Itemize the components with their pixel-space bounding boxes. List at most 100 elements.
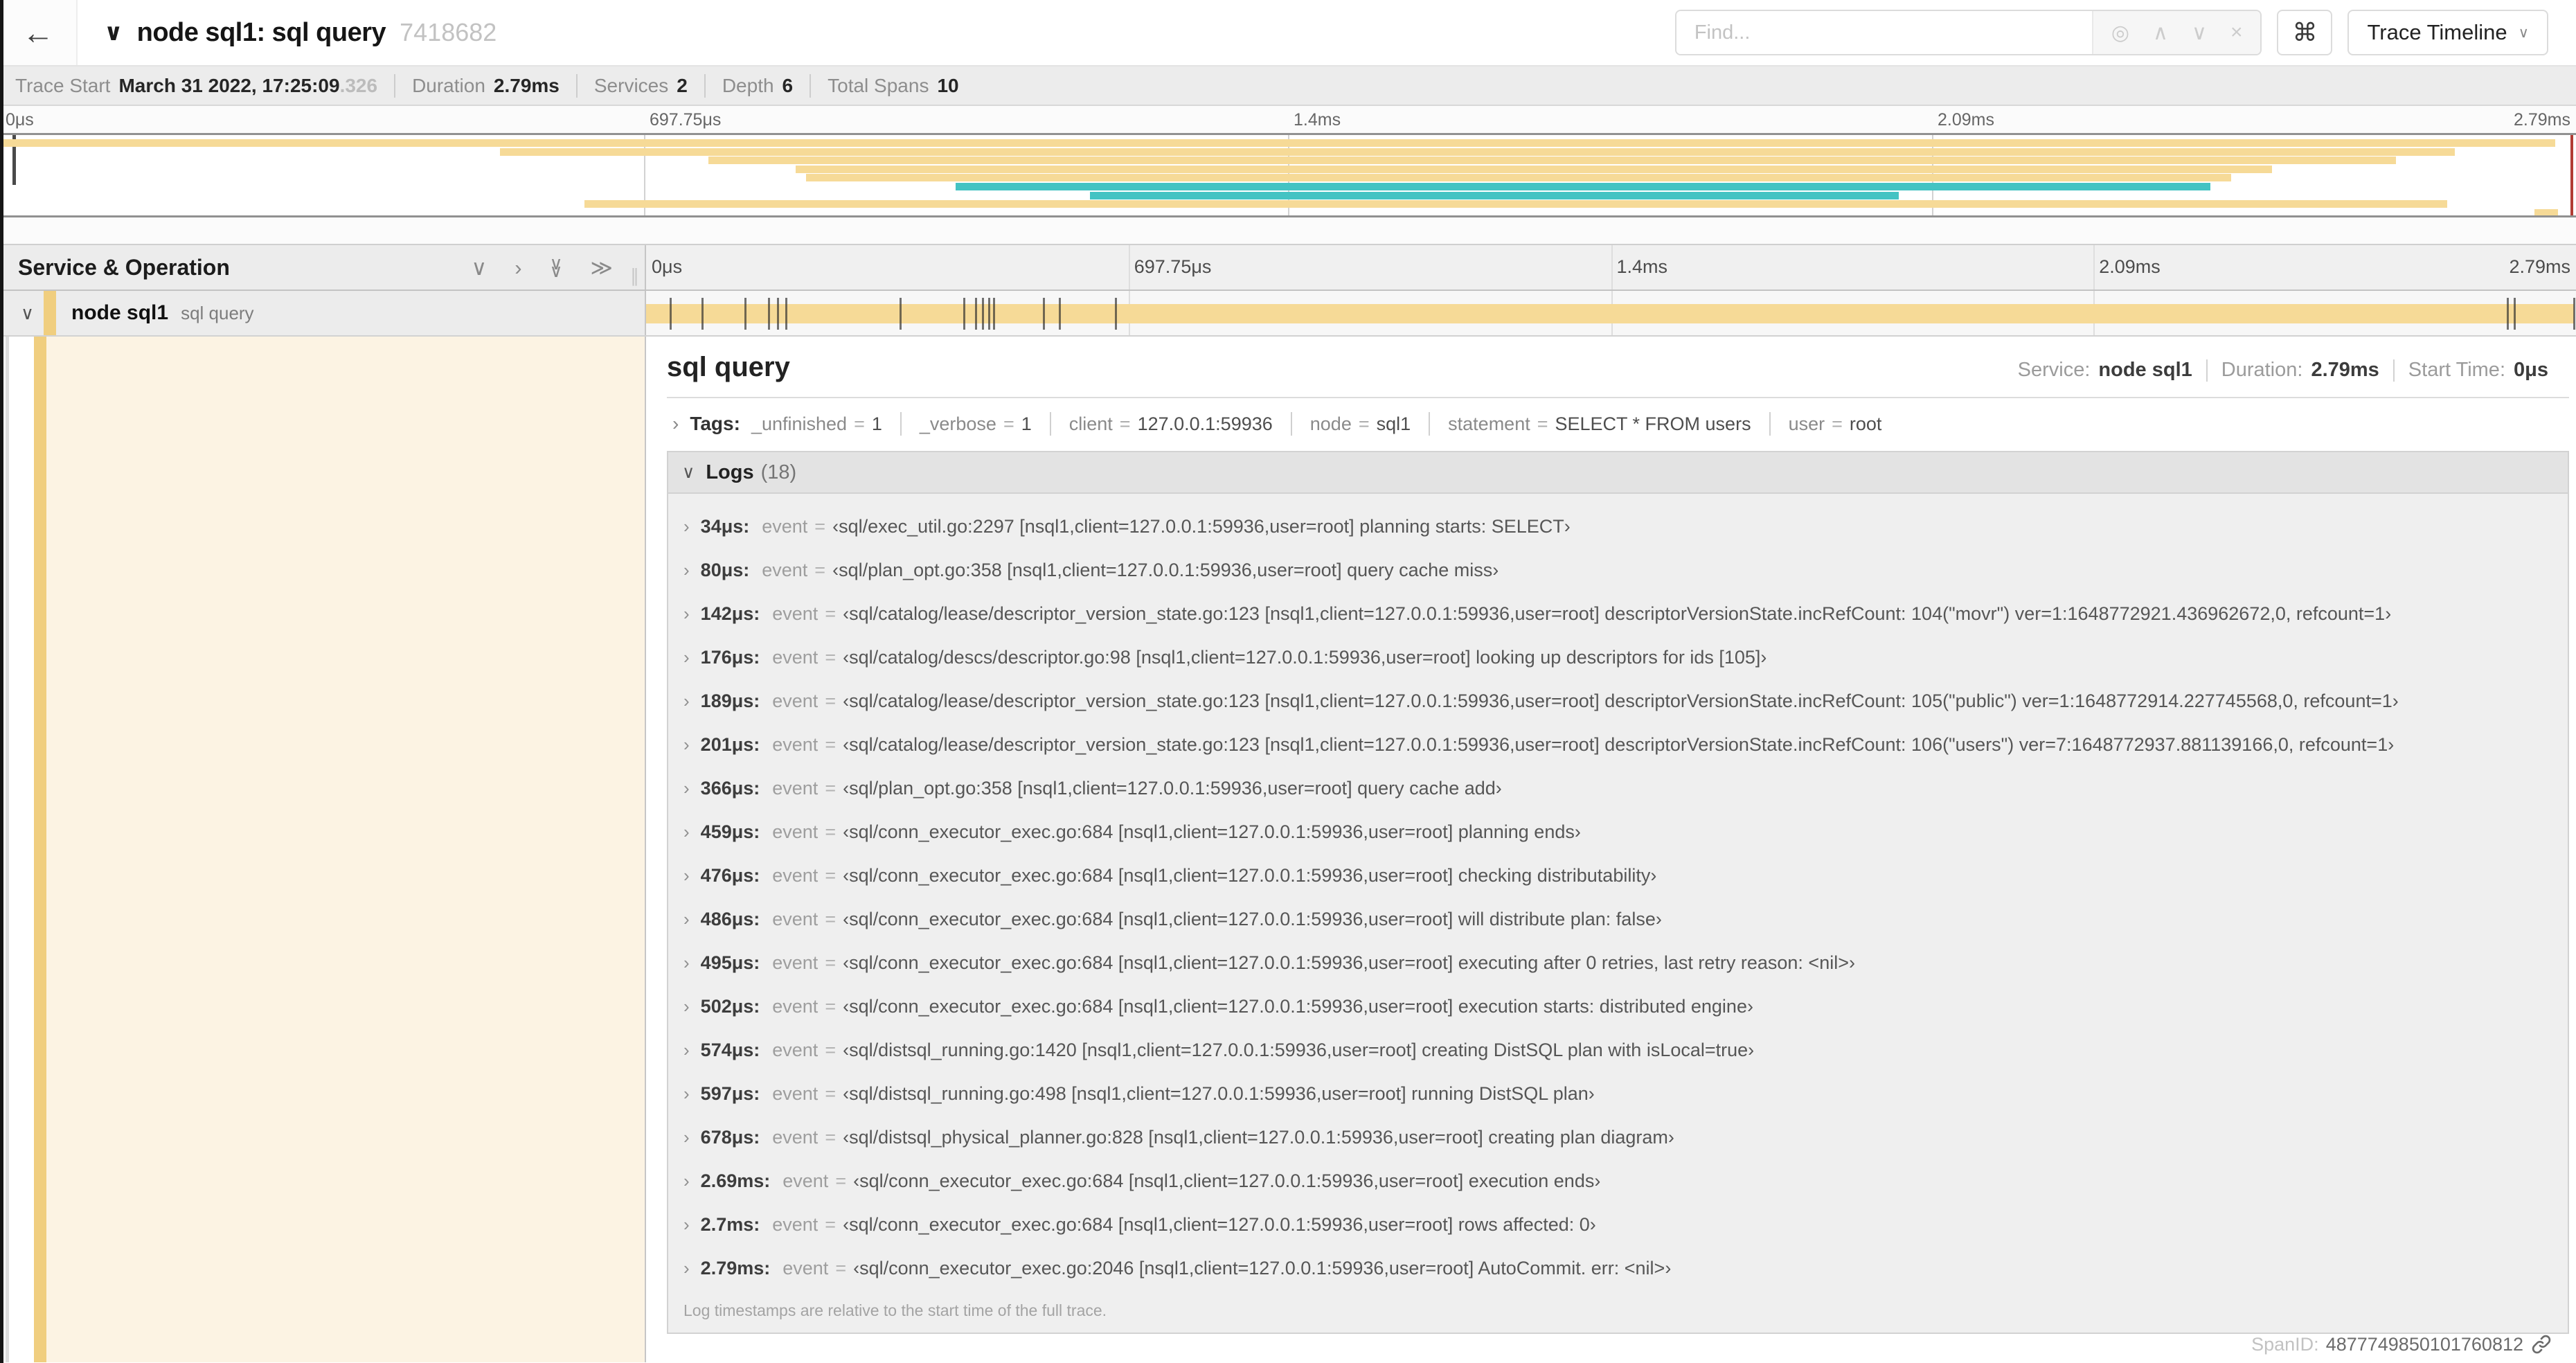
timeline-gridline xyxy=(2093,245,2095,289)
expand-one-icon[interactable]: › xyxy=(515,257,521,278)
find-prev-icon[interactable]: ∧ xyxy=(2153,21,2168,45)
chevron-right-icon: › xyxy=(683,1083,690,1104)
tag-separator xyxy=(1769,412,1771,436)
minimap-canvas[interactable] xyxy=(0,133,2576,217)
log-entry-row[interactable]: › 2.79ms: event = ‹sql/conn_executor_exec.go… xyxy=(668,1247,2568,1290)
find-input[interactable] xyxy=(1676,11,2092,54)
tags-accordion[interactable]: › Tags: _unfinished = 1 _verbose = 1 client = 12… xyxy=(667,402,2569,445)
log-entry-row[interactable]: › 574μs: event = ‹sql/distsql_running.go:142… xyxy=(668,1028,2568,1072)
locate-icon[interactable]: ◎ xyxy=(2111,21,2129,45)
log-field-key: event xyxy=(772,909,819,929)
log-entry-row[interactable]: › 189μs: event = ‹sql/catalog/lease/descript… xyxy=(668,679,2568,723)
span-row-name-cell[interactable]: ∨ node sql1 sql query xyxy=(0,291,646,335)
info-suffix: .326 xyxy=(339,74,378,96)
log-timestamp: 2.7ms: xyxy=(700,1214,760,1235)
trace-collapse-chevron-icon[interactable]: ∨ xyxy=(104,19,123,46)
axis-tick-label: 1.4ms xyxy=(1294,110,1341,130)
info-label: Total Spans xyxy=(828,74,929,96)
stat-service: Service: node sql1 xyxy=(2004,359,2206,382)
span-log-marker xyxy=(701,298,704,330)
span-log-marker xyxy=(899,298,902,330)
log-equals: = xyxy=(825,691,837,711)
chevron-right-icon: › xyxy=(683,647,690,668)
log-entry-row[interactable]: › 495μs: event = ‹sql/conn_executor_exec.go:… xyxy=(668,941,2568,985)
log-entry-row[interactable]: › 459μs: event = ‹sql/conn_executor_exec.go:… xyxy=(668,810,2568,854)
log-entry-row[interactable]: › 80μs: event = ‹sql/plan_opt.go:358 [nsql1,… xyxy=(668,549,2568,592)
span-log-marker xyxy=(963,298,966,330)
chevron-down-icon: ∨ xyxy=(2518,24,2529,41)
log-entry-row[interactable]: › 366μs: event = ‹sql/plan_opt.go:358 [nsql1… xyxy=(668,767,2568,810)
log-entry-row[interactable]: › 2.7ms: event = ‹sql/conn_executor_exec.go:… xyxy=(668,1203,2568,1247)
info-label: Depth xyxy=(722,74,774,96)
log-entry-row[interactable]: › 2.69ms: event = ‹sql/conn_executor_exec.go… xyxy=(668,1159,2568,1203)
log-entry-row[interactable]: › 476μs: event = ‹sql/conn_executor_exec.go:… xyxy=(668,854,2568,898)
log-entry-row[interactable]: › 176μs: event = ‹sql/catalog/descs/descript… xyxy=(668,636,2568,679)
log-timestamp: 597μs: xyxy=(700,1083,760,1104)
keyboard-shortcuts-button[interactable]: ⌘ xyxy=(2277,10,2333,55)
tag-value: 127.0.0.1:59936 xyxy=(1137,413,1273,434)
collapse-one-icon[interactable]: ∨ xyxy=(471,257,487,278)
trace-view-select[interactable]: Trace Timeline ∨ xyxy=(2347,10,2548,55)
span-collapse-chevron-icon[interactable]: ∨ xyxy=(21,303,34,324)
span-row[interactable]: ∨ node sql1 sql query xyxy=(0,291,2576,337)
span-id-label: SpanID: xyxy=(2251,1333,2319,1355)
trace-info-item: Trace Start March 31 2022, 17:25:09.326 xyxy=(15,75,394,97)
trace-info-item: Total Spans 10 xyxy=(811,75,975,97)
log-field-key: event xyxy=(772,691,819,711)
tag-equals: = xyxy=(854,413,865,434)
chevron-right-icon: › xyxy=(683,996,690,1017)
log-equals: = xyxy=(825,603,837,624)
log-entry-row[interactable]: › 142μs: event = ‹sql/catalog/lease/descript… xyxy=(668,592,2568,636)
tag-equals: = xyxy=(1537,413,1548,434)
collapse-all-icon[interactable]: ∨ ∨ xyxy=(550,254,563,280)
column-resize-grip[interactable]: ∥ xyxy=(630,265,639,287)
logs-footnote: Log timestamps are relative to the start… xyxy=(683,1301,1107,1319)
log-entry-row[interactable]: › 486μs: event = ‹sql/conn_executor_exec.go:… xyxy=(668,898,2568,941)
tag-equals: = xyxy=(1003,413,1014,434)
minimap-span-bar xyxy=(708,157,2396,165)
log-entry-row[interactable]: › 597μs: event = ‹sql/distsql_running.go:498… xyxy=(668,1072,2568,1116)
log-entry-row[interactable]: › 678μs: event = ‹sql/distsql_physical_plann… xyxy=(668,1116,2568,1159)
info-value: 6 xyxy=(782,74,794,96)
span-log-marker xyxy=(1059,298,1062,330)
tag-key: client xyxy=(1068,413,1113,434)
log-field-key: event xyxy=(772,821,819,842)
clear-find-icon[interactable]: × xyxy=(2230,21,2243,44)
chevron-right-icon: › xyxy=(683,1170,690,1191)
expand-all-icon[interactable]: ≫ xyxy=(591,257,613,278)
tag-key: _verbose xyxy=(919,413,996,434)
minimap-right-scrubber[interactable] xyxy=(2570,135,2573,215)
span-duration-bar[interactable] xyxy=(646,304,2574,323)
find-next-icon[interactable]: ∨ xyxy=(2192,21,2207,45)
log-timestamp: 495μs: xyxy=(700,952,760,973)
axis-tick-label: 2.09ms xyxy=(1938,110,1994,130)
minimap-span-bar xyxy=(2534,208,2558,215)
span-log-marker xyxy=(1115,298,1118,330)
log-entry-row[interactable]: › 34μs: event = ‹sql/exec_util.go:2297 [nsql… xyxy=(668,505,2568,549)
log-timestamp: 476μs: xyxy=(700,865,760,886)
span-detail-row-tint xyxy=(46,337,645,1362)
span-tag: user = root xyxy=(1789,413,1882,435)
minimap-span-bar xyxy=(806,174,2231,182)
log-entry-row[interactable]: › 201μs: event = ‹sql/catalog/lease/descript… xyxy=(668,723,2568,767)
log-timestamp: 678μs: xyxy=(700,1127,760,1148)
log-timestamp: 2.69ms: xyxy=(700,1170,771,1191)
span-log-marker xyxy=(785,298,787,330)
logs-accordion-header[interactable]: ∨ Logs (18) xyxy=(668,452,2568,494)
span-log-marker xyxy=(767,298,770,330)
span-log-marker xyxy=(2507,298,2510,330)
minimap-span-bar xyxy=(796,165,2273,173)
log-entry-row[interactable]: › 502μs: event = ‹sql/conn_executor_exec.go:… xyxy=(668,985,2568,1028)
span-tag: client = 127.0.0.1:59936 xyxy=(1069,413,1273,435)
stat-start-time: Start Time: 0μs xyxy=(2395,359,2562,382)
info-value: 2.79ms xyxy=(493,74,560,96)
span-log-marker xyxy=(744,298,746,330)
axis-tick-label: 0μs xyxy=(6,110,34,130)
deep-link-icon[interactable] xyxy=(2530,1333,2552,1355)
detail-divider xyxy=(667,397,2569,398)
page-title: node sql1: sql query xyxy=(136,17,386,47)
log-equals: = xyxy=(825,778,837,799)
back-button[interactable]: ← xyxy=(0,0,78,65)
logs-title: Logs xyxy=(706,461,754,483)
log-field-value: ‹sql/conn_executor_exec.go:684 [nsql1,cl… xyxy=(843,952,1855,973)
